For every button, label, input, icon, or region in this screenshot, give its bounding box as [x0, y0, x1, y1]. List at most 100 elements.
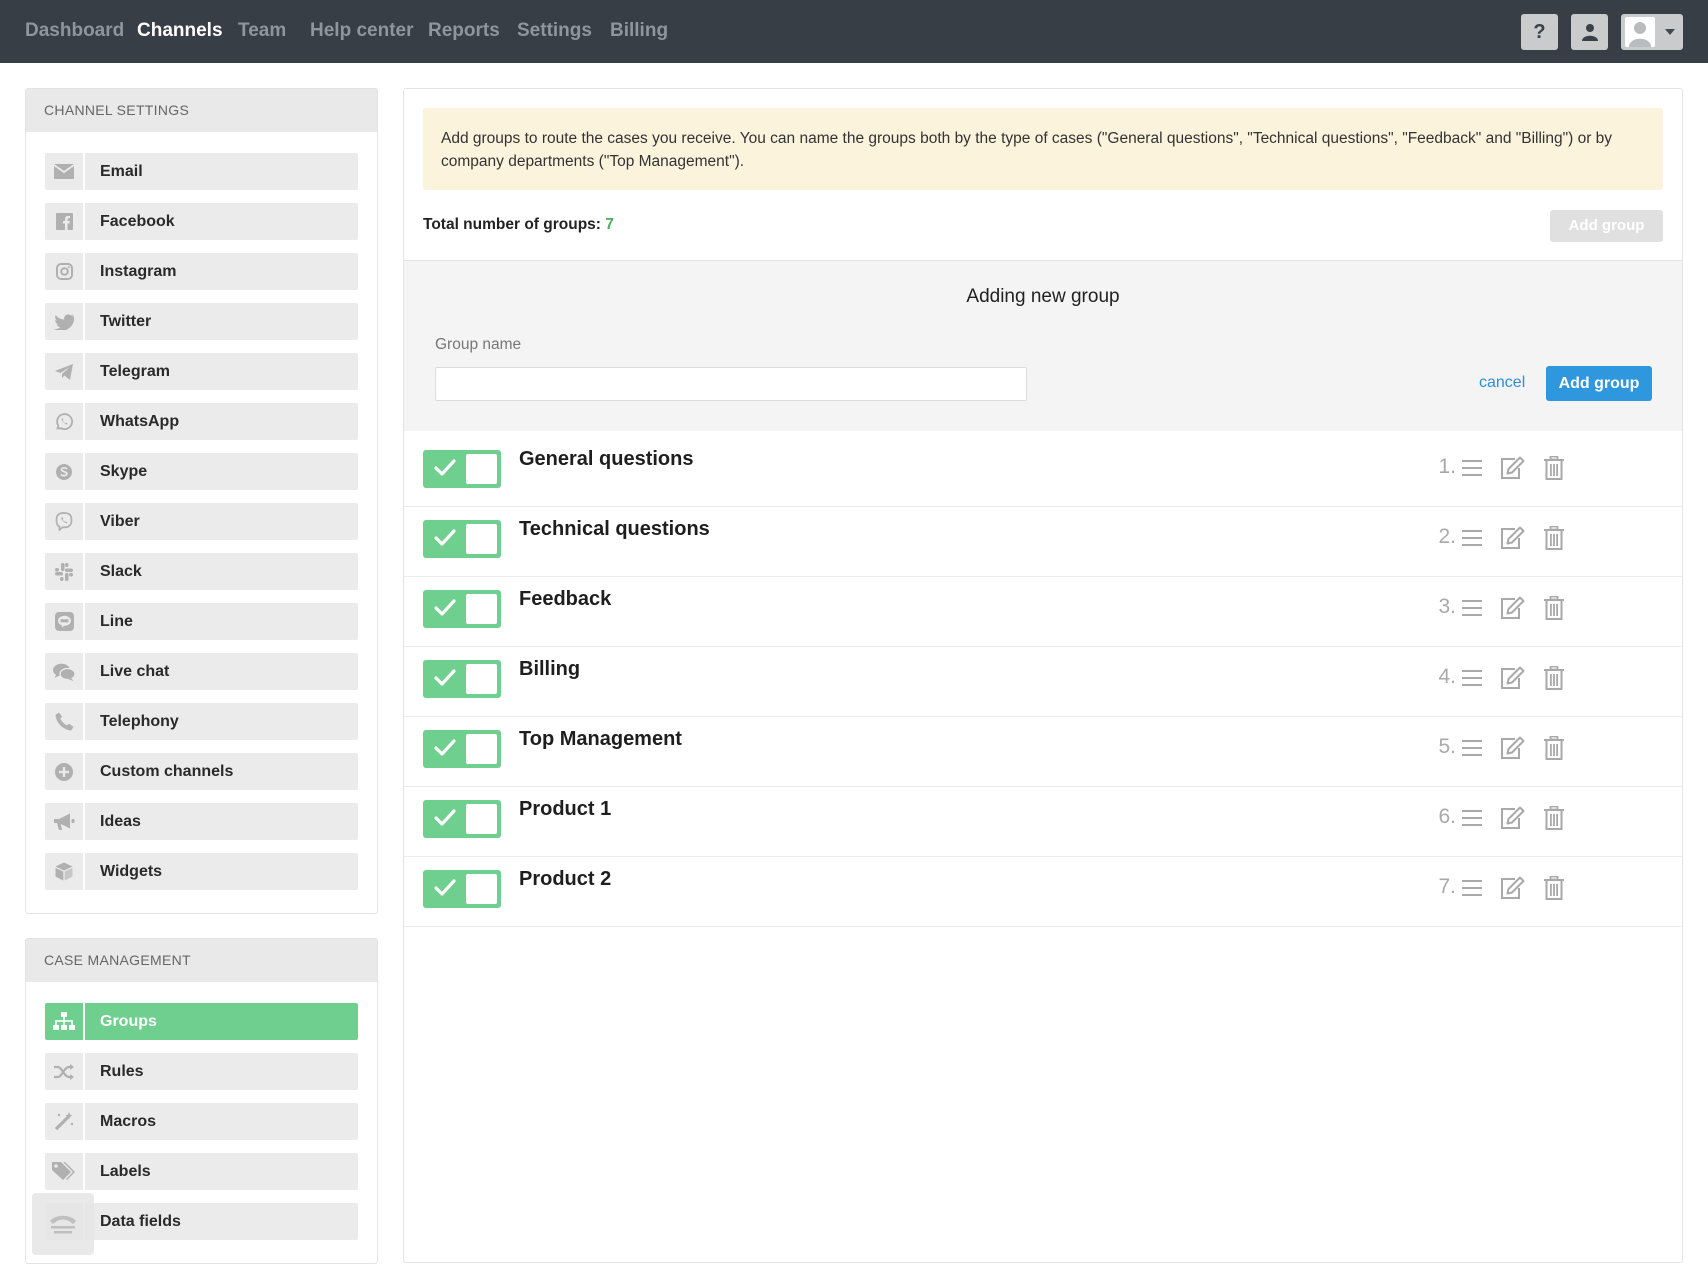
sidebar-item-groups[interactable]: Groups: [45, 1003, 358, 1040]
info-notice: Add groups to route the cases you receiv…: [423, 108, 1663, 190]
edit-icon[interactable]: [1499, 455, 1525, 481]
group-enabled-toggle[interactable]: [423, 800, 501, 838]
nav-team[interactable]: Team: [238, 0, 286, 63]
trash-icon[interactable]: [1541, 595, 1567, 621]
envelope-icon: [45, 153, 85, 190]
nav-billing[interactable]: Billing: [610, 0, 668, 63]
sidebar-item-label: Labels: [100, 1163, 151, 1180]
trash-icon[interactable]: [1541, 805, 1567, 831]
sidebar-item-labels[interactable]: Labels: [45, 1153, 358, 1190]
widget-launcher-icon: [50, 1215, 76, 1234]
sidebar-item-custom-channels[interactable]: Custom channels: [45, 753, 358, 790]
sidebar-item-whatsapp[interactable]: WhatsApp: [45, 403, 358, 440]
group-name-input[interactable]: [435, 367, 1027, 401]
group-row: Billing 4.: [404, 641, 1682, 717]
edit-icon[interactable]: [1499, 735, 1525, 761]
group-enabled-toggle[interactable]: [423, 870, 501, 908]
skype-icon: [45, 453, 85, 490]
sidebar-item-rules[interactable]: Rules: [45, 1053, 358, 1090]
drag-handle-icon[interactable]: [1459, 455, 1485, 481]
cancel-link[interactable]: cancel: [1479, 374, 1525, 392]
group-enabled-toggle[interactable]: [423, 660, 501, 698]
sidebar-item-email[interactable]: Email: [45, 153, 358, 190]
form-title: Adding new group: [966, 286, 1120, 307]
sidebar-item-label: Macros: [100, 1113, 157, 1130]
check-icon: [434, 809, 456, 832]
chat-bubbles-icon: [45, 653, 85, 690]
group-name: Product 2: [519, 868, 612, 890]
group-index: 4.: [1438, 665, 1456, 688]
sidebar-item-line[interactable]: Line: [45, 603, 358, 640]
toggle-knob: [466, 734, 497, 764]
nav-dashboard[interactable]: Dashboard: [25, 0, 124, 63]
sidebar-item-label: Telegram: [100, 363, 170, 380]
edit-icon[interactable]: [1499, 805, 1525, 831]
edit-icon[interactable]: [1499, 875, 1525, 901]
sidebar-item-macros[interactable]: Macros: [45, 1103, 358, 1140]
toggle-knob: [466, 874, 497, 904]
trash-icon[interactable]: [1541, 525, 1567, 551]
add-group-top-button[interactable]: Add group: [1550, 210, 1663, 242]
sidebar-item-live-chat[interactable]: Live chat: [45, 653, 358, 690]
trash-icon[interactable]: [1541, 455, 1567, 481]
sidebar-item-label: Telephony: [100, 713, 179, 730]
edit-icon[interactable]: [1499, 595, 1525, 621]
edit-icon[interactable]: [1499, 525, 1525, 551]
sidebar-item-label: Rules: [100, 1063, 144, 1080]
group-enabled-toggle[interactable]: [423, 730, 501, 768]
sidebar-item-instagram[interactable]: Instagram: [45, 253, 358, 290]
sidebar-item-widgets[interactable]: Widgets: [45, 853, 358, 890]
user-avatar-icon: [1625, 17, 1655, 47]
group-row: Technical questions 2.: [404, 501, 1682, 577]
telegram-icon: [45, 353, 85, 390]
instagram-icon: [45, 253, 85, 290]
help-button[interactable]: ?: [1521, 14, 1558, 50]
drag-handle-icon[interactable]: [1459, 525, 1485, 551]
sidebar-item-viber[interactable]: Viber: [45, 503, 358, 540]
group-enabled-toggle[interactable]: [423, 590, 501, 628]
edit-icon[interactable]: [1499, 665, 1525, 691]
slack-icon: [45, 553, 85, 590]
add-group-form: Adding new group Group name cancel Add g…: [404, 261, 1682, 431]
drag-handle-icon[interactable]: [1459, 735, 1485, 761]
trash-icon[interactable]: [1541, 735, 1567, 761]
sidebar-item-ideas[interactable]: Ideas: [45, 803, 358, 840]
megaphone-icon: [45, 803, 85, 840]
sidebar-item-skype[interactable]: Skype: [45, 453, 358, 490]
user-menu-button[interactable]: [1621, 14, 1683, 50]
group-name: Feedback: [519, 588, 612, 610]
groups-main-panel: Add groups to route the cases you receiv…: [403, 88, 1683, 1263]
sidebar-item-twitter[interactable]: Twitter: [45, 303, 358, 340]
add-group-submit-button[interactable]: Add group: [1546, 366, 1652, 401]
sidebar-item-telegram[interactable]: Telegram: [45, 353, 358, 390]
total-groups-label: Total number of groups:: [423, 216, 601, 233]
sidebar-item-label: WhatsApp: [100, 413, 180, 430]
sidebar-item-facebook[interactable]: Facebook: [45, 203, 358, 240]
sidebar-item-label: Skype: [100, 463, 148, 480]
drag-handle-icon[interactable]: [1459, 595, 1485, 621]
magic-wand-icon: [45, 1103, 85, 1140]
toggle-knob: [466, 664, 497, 694]
check-icon: [434, 879, 456, 902]
group-row: Top Management 5.: [404, 711, 1682, 787]
sidebar-item-label: Ideas: [100, 813, 141, 830]
floating-widget-button[interactable]: [32, 1193, 94, 1255]
nav-settings[interactable]: Settings: [517, 0, 592, 63]
nav-help-center[interactable]: Help center: [310, 0, 413, 63]
trash-icon[interactable]: [1541, 875, 1567, 901]
nav-reports[interactable]: Reports: [428, 0, 500, 63]
trash-icon[interactable]: [1541, 665, 1567, 691]
sidebar-item-slack[interactable]: Slack: [45, 553, 358, 590]
top-navigation-bar: Dashboard Channels Team Help center Repo…: [0, 0, 1708, 63]
drag-handle-icon[interactable]: [1459, 665, 1485, 691]
cube-icon: [45, 853, 85, 890]
agent-button[interactable]: [1571, 14, 1608, 50]
group-enabled-toggle[interactable]: [423, 450, 501, 488]
phone-icon: [45, 703, 85, 740]
group-enabled-toggle[interactable]: [423, 520, 501, 558]
drag-handle-icon[interactable]: [1459, 875, 1485, 901]
line-icon: [45, 603, 85, 640]
drag-handle-icon[interactable]: [1459, 805, 1485, 831]
sidebar-item-telephony[interactable]: Telephony: [45, 703, 358, 740]
nav-channels[interactable]: Channels: [137, 0, 223, 63]
